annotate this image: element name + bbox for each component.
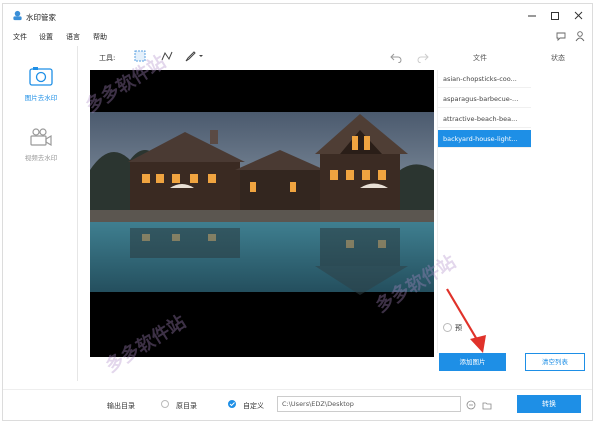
menu-bar: 文件 设置 语言 帮助 <box>3 29 592 45</box>
red-arrow-annotation <box>446 288 486 353</box>
sidebar-item-label: 视频去水印 <box>24 154 58 162</box>
app-window: 水印管家 文件 设置 语言 帮助 图片去水印 视频去水印 工具: 文件 状态 a… <box>2 3 593 421</box>
undo-icon <box>390 53 402 64</box>
file-list-item[interactable]: asparagus-barbecue-... <box>438 90 531 108</box>
file-list-item[interactable]: attractive-beach-bea... <box>438 110 531 128</box>
menu-file[interactable]: 文件 <box>13 32 27 42</box>
user-icon[interactable] <box>574 30 586 42</box>
maximize-icon <box>551 12 559 20</box>
rectangle-select-tool[interactable] <box>133 49 147 63</box>
check-icon <box>229 402 235 407</box>
add-image-button[interactable]: 添加图片 <box>439 353 506 371</box>
file-list-item-selected[interactable]: backyard-house-light... <box>438 130 531 148</box>
original-dir-label: 原目录 <box>176 402 197 410</box>
close-button[interactable] <box>568 7 590 25</box>
sidebar: 图片去水印 视频去水印 <box>3 46 78 381</box>
image-preview-canvas[interactable] <box>90 70 434 357</box>
file-column-header: 文件 <box>473 54 487 62</box>
minimize-icon <box>528 15 536 17</box>
chat-icon[interactable] <box>555 30 567 42</box>
radio-custom-dir[interactable] <box>228 400 236 408</box>
image-icon <box>29 67 53 86</box>
status-column-header: 状态 <box>551 54 565 62</box>
window-title: 水印管家 <box>26 13 56 22</box>
sidebar-item-video-watermark[interactable]: 视频去水印 <box>13 126 69 162</box>
redo-icon <box>417 53 429 64</box>
brush-tool[interactable] <box>183 49 203 63</box>
maximize-button[interactable] <box>544 7 566 25</box>
polyline-tool[interactable] <box>160 49 174 63</box>
polyline-icon <box>161 51 173 61</box>
sidebar-item-label: 图片去水印 <box>24 94 58 102</box>
output-directory-label: 输出目录 <box>107 402 135 410</box>
menu-settings[interactable]: 设置 <box>39 32 53 42</box>
redo-button[interactable] <box>417 51 429 64</box>
rectangle-select-icon <box>134 50 146 62</box>
radio-original-dir[interactable] <box>161 400 169 408</box>
undo-button[interactable] <box>390 51 402 64</box>
house-photo <box>90 112 434 295</box>
menu-help[interactable]: 帮助 <box>93 32 107 42</box>
menu-language[interactable]: 语言 <box>66 32 80 42</box>
more-options-icon[interactable] <box>466 400 476 410</box>
brush-icon <box>185 51 203 62</box>
toolbar-label: 工具: <box>99 54 116 62</box>
output-path-field[interactable]: C:\Users\EDZ\Desktop <box>277 396 461 412</box>
folder-icon[interactable] <box>482 400 492 410</box>
convert-button[interactable]: 转换 <box>517 395 581 413</box>
app-logo-icon <box>13 10 22 21</box>
file-list-item[interactable]: asian-chopsticks-coo... <box>438 70 531 88</box>
minimize-button[interactable] <box>521 7 543 25</box>
close-icon <box>574 11 583 20</box>
clear-list-button[interactable]: 清空列表 <box>525 353 585 371</box>
video-camera-icon <box>30 128 52 147</box>
sidebar-item-image-watermark[interactable]: 图片去水印 <box>13 66 69 102</box>
title-bar: 水印管家 <box>3 4 592 28</box>
custom-dir-label: 自定义 <box>243 402 264 410</box>
